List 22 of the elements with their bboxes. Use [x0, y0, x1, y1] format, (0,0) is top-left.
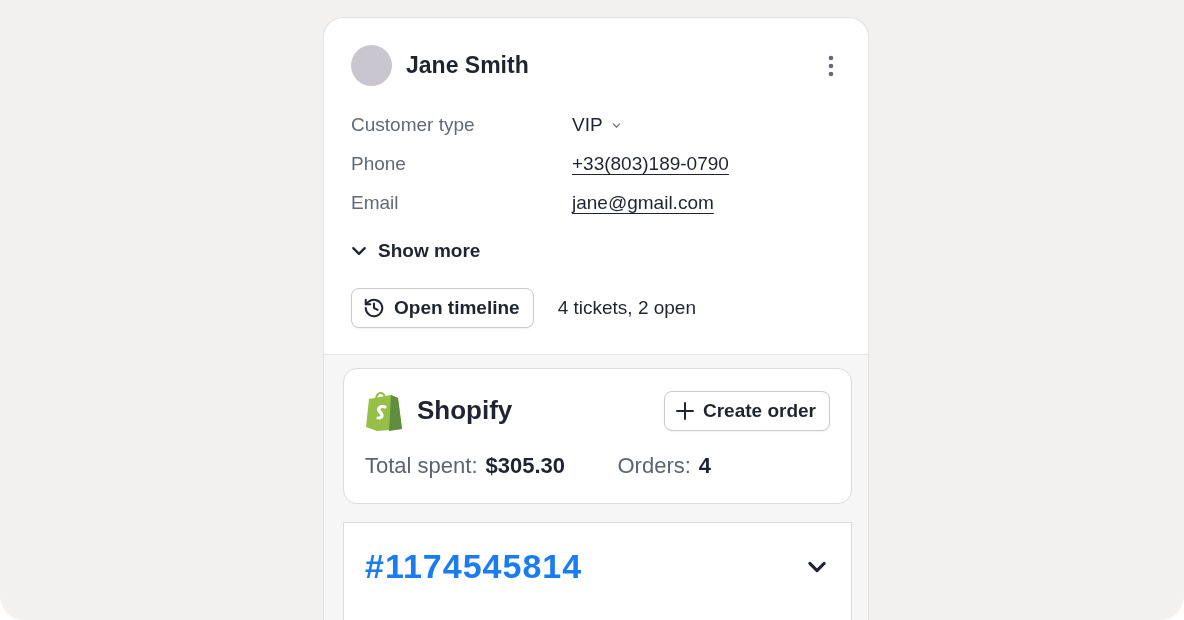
shopify-title: Shopify — [417, 395, 514, 426]
ticket-summary: 4 tickets, 2 open — [557, 297, 696, 319]
field-label: Customer type — [351, 114, 476, 136]
stat-value: $305.30 — [485, 453, 566, 479]
contact-link[interactable]: jane@gmail.com — [572, 192, 714, 214]
history-icon — [363, 297, 385, 319]
stat-label: Total spent: — [365, 453, 478, 479]
field-label: Phone — [351, 153, 407, 175]
customer-name: Jane Smith — [406, 52, 530, 79]
plus-icon — [676, 401, 694, 420]
show-more-toggle[interactable]: Show more — [351, 240, 481, 262]
more-vertical-icon — [827, 53, 835, 78]
customer-type-dropdown[interactable]: VIP — [572, 114, 622, 136]
contact-link[interactable]: +33(803)189-0790 — [572, 153, 729, 175]
create-order-button[interactable]: Create order — [664, 390, 830, 431]
avatar — [351, 45, 392, 86]
field-label: Email — [351, 192, 400, 214]
shopping-bag-logo — [365, 390, 403, 431]
stat-label: Orders: — [617, 453, 691, 479]
order-number: #1174545814 — [365, 547, 584, 586]
open-timeline-button[interactable]: Open timeline — [351, 288, 534, 328]
stat-value: 4 — [698, 453, 712, 479]
